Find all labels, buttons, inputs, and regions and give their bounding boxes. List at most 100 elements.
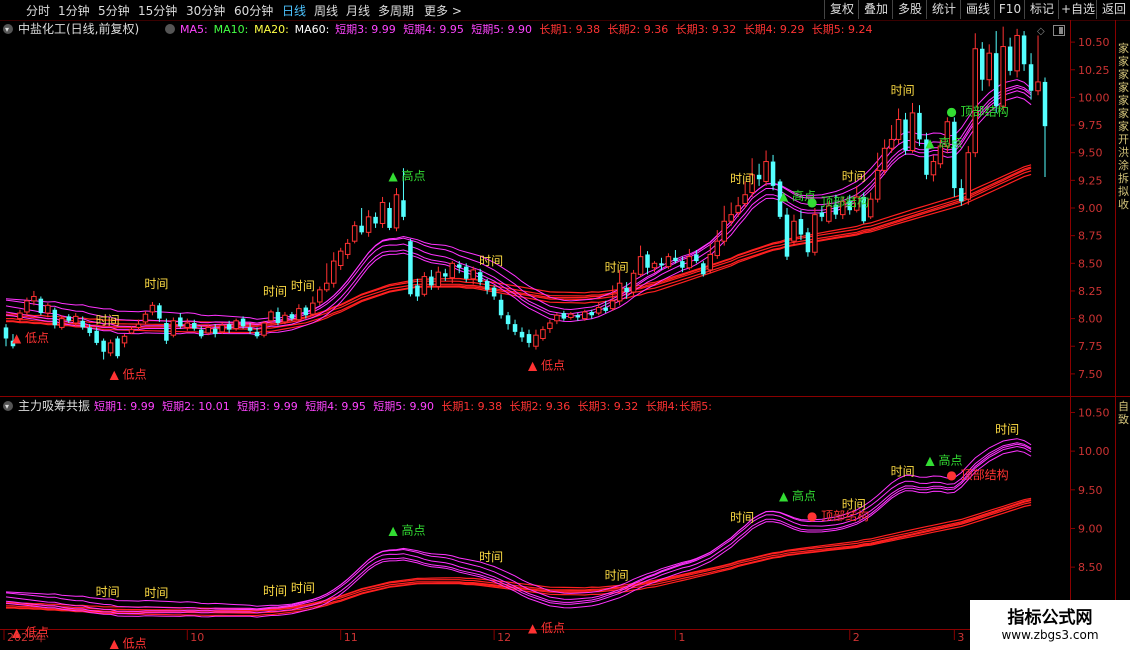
candle-body-144	[1007, 46, 1013, 71]
annotation-main-7: 时间	[479, 254, 503, 268]
x-tick-label-6: 3	[957, 631, 964, 644]
candle-body-2	[17, 312, 23, 320]
toolbar-button-6[interactable]: 标记	[1024, 0, 1059, 19]
candle-body-43	[303, 307, 309, 316]
annotation-main-2: 时间	[96, 313, 120, 327]
candle-body-33	[233, 320, 239, 330]
period-tab-10[interactable]: 更多 >	[424, 2, 462, 19]
x-tick-label-1: 10	[190, 631, 204, 644]
indicator-value-8: 长期4:	[646, 400, 679, 413]
period-tab-3[interactable]: 15分钟	[138, 2, 177, 19]
candle-body-87	[609, 300, 616, 310]
candle-body-91	[637, 256, 644, 275]
candle-body-53	[373, 216, 378, 224]
indicator-value-4: 短期5: 9.90	[373, 399, 434, 413]
period-tab-1[interactable]: 1分钟	[58, 2, 90, 19]
period-tab-0[interactable]: 分时	[26, 2, 50, 19]
candle-body-82	[575, 315, 581, 318]
indicator-value-6: 短期5: 9.90	[471, 22, 532, 36]
annotation-main-14: 时间	[891, 83, 915, 97]
candle-body-105	[735, 205, 741, 213]
candle-body-79	[554, 314, 560, 322]
toolbar-button-8[interactable]: 返回	[1096, 0, 1130, 19]
candle-body-137	[959, 188, 964, 202]
indicator-value-0: 短期1: 9.99	[94, 399, 155, 413]
candle-body-58	[408, 241, 413, 295]
candle-body-93	[651, 262, 658, 269]
period-tab-2[interactable]: 5分钟	[98, 2, 130, 19]
y-tick-label-3: 9.75	[1078, 119, 1103, 132]
period-tab-4[interactable]: 30分钟	[186, 2, 225, 19]
candle-body-9	[66, 316, 72, 321]
candle-body-46	[324, 282, 330, 291]
period-tab-6[interactable]: 日线	[282, 2, 306, 19]
toolbar-button-3[interactable]: 统计	[926, 0, 961, 19]
annotation-sub-13: 时间	[842, 498, 866, 512]
toolbar-button-1[interactable]: 叠加	[858, 0, 893, 19]
indicator-value-5: 长期1: 9.38	[441, 400, 502, 413]
candle-body-141	[986, 52, 992, 81]
y-tick-label-2: 10.00	[1078, 91, 1110, 104]
candle-body-69	[484, 280, 490, 290]
main-y-axis: 10.50 10.25 10.00 9.75 9.50 9.25 9.00 8.75 8.50 8…	[1070, 36, 1110, 381]
annotation-sub-2: 时间	[96, 585, 120, 599]
toolbar-button-0[interactable]: 复权	[824, 0, 859, 19]
annotation-main-0: ▲ 低点	[12, 331, 49, 345]
period-tab-7[interactable]: 周线	[314, 2, 338, 19]
candle-body-32	[226, 324, 232, 330]
chevron-down-icon: ▾	[5, 402, 9, 411]
candle-body-61	[429, 276, 434, 286]
y-tick-label-12: 7.50	[1078, 368, 1103, 381]
y-tick-label-8: 8.50	[1078, 257, 1103, 270]
indicator-value-7: 长期1: 9.38	[539, 23, 600, 36]
annotation-sub-5: 时间	[291, 581, 315, 595]
time-axis: 2025年 10 11 12 1 2 3	[3, 629, 964, 644]
annotation-sub-9: 时间	[605, 569, 629, 583]
indicator-value-10: 长期4: 9.29	[744, 23, 805, 36]
annotation-main-4: 时间	[263, 285, 287, 299]
y-tick-label-6: 9.00	[1078, 202, 1103, 215]
candle-body-44	[310, 302, 316, 315]
annotation-main-12: ● 顶部结构	[807, 194, 869, 209]
candle-body-68	[477, 272, 483, 283]
period-tab-8[interactable]: 月线	[346, 2, 370, 19]
x-tick-label-5: 2	[853, 631, 860, 644]
panel-title: 中盐化工(日线,前复权)	[18, 21, 139, 36]
toolbar-button-2[interactable]: 多股	[892, 0, 927, 19]
annotation-main-15: ▲ 高点	[925, 135, 962, 150]
period-tab-9[interactable]: 多周期	[378, 2, 414, 19]
annotation-main-8: ▲ 低点	[528, 359, 565, 373]
candle-body-131	[917, 112, 922, 140]
candle-body-127	[888, 138, 895, 149]
candle-body-104	[728, 214, 734, 222]
kline-chart[interactable]: ▾ 中盐化工(日线,前复权) MA5: MA10: MA20: MA60: 短期3: 9.9…	[0, 20, 1130, 650]
candle-body-92	[645, 254, 650, 268]
candle-body-0	[3, 327, 9, 339]
y-tick-label-1: 10.00	[1078, 445, 1110, 458]
candle-body-146	[1021, 35, 1027, 65]
ribbon-line-1	[5, 442, 1032, 610]
candle-body-6	[45, 304, 51, 314]
toolbar-button-4[interactable]: 画线	[960, 0, 995, 19]
period-tab-5[interactable]: 60分钟	[234, 2, 273, 19]
candle-body-17	[121, 335, 128, 344]
annotation-main-13: 时间	[842, 170, 866, 184]
candle-body-149	[1042, 81, 1048, 127]
candle-body-109	[763, 161, 769, 182]
candle-body-140	[979, 48, 985, 80]
candle-body-84	[589, 311, 594, 316]
candle-body-13	[94, 330, 99, 343]
candle-body-97	[680, 261, 685, 268]
toolbar-button-7[interactable]: +自选	[1058, 0, 1097, 19]
candle-body-12	[87, 327, 92, 333]
candle-body-40	[282, 314, 288, 323]
indicator-value-3: MA60:	[295, 23, 330, 36]
ribbon-line-4	[5, 96, 1032, 336]
indicator-value-5: 短期4: 9.95	[403, 22, 464, 36]
candle-body-145	[1014, 34, 1020, 72]
candle-body-99	[694, 254, 699, 262]
diamond-icon[interactable]: ◇	[1037, 26, 1045, 37]
annotation-sub-16: ● 顶部结构	[946, 467, 1008, 482]
candle-body-80	[561, 313, 567, 319]
toolbar-button-5[interactable]: F10	[994, 0, 1025, 19]
